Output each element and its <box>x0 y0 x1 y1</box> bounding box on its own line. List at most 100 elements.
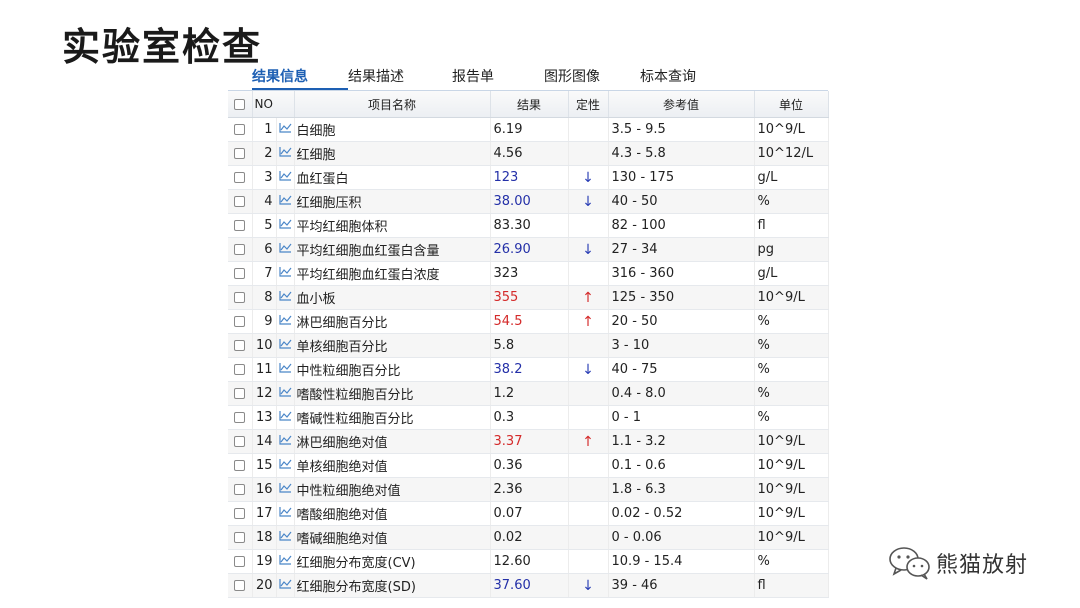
table-row[interactable]: 4 红细胞压积 38.00 ↓ 40 - 50% <box>228 189 829 214</box>
trend-chart-icon[interactable] <box>276 381 295 406</box>
row-select-cell[interactable] <box>228 333 253 358</box>
table-row[interactable]: 15 单核细胞绝对值 0.36 0.1 - 0.6 10^9/L <box>228 453 829 478</box>
tab-result-info[interactable]: 结果信息 <box>252 66 348 90</box>
item-name: 平均红细胞体积 <box>294 213 491 238</box>
trend-chart-icon[interactable] <box>276 189 295 214</box>
table-row[interactable]: 9 淋巴细胞百分比 54.5 ↑ 20 - 50% <box>228 309 829 334</box>
row-checkbox[interactable] <box>234 196 246 207</box>
row-select-cell[interactable] <box>228 285 253 310</box>
row-checkbox[interactable] <box>234 556 246 567</box>
row-checkbox[interactable] <box>234 340 246 351</box>
table-row[interactable]: 10 单核细胞百分比 5.8 3 - 10% <box>228 333 829 358</box>
table-row[interactable]: 11 中性粒细胞百分比 38.2 ↓ 40 - 75% <box>228 357 829 382</box>
row-checkbox[interactable] <box>234 148 246 159</box>
row-select-cell[interactable] <box>228 477 253 502</box>
row-select-cell[interactable] <box>228 117 253 142</box>
trend-chart-icon[interactable] <box>276 477 295 502</box>
trend-chart-icon[interactable] <box>276 165 295 190</box>
trend-chart-icon[interactable] <box>276 285 295 310</box>
trend-chart-icon[interactable] <box>276 141 295 166</box>
row-checkbox[interactable] <box>234 484 246 495</box>
select-all-checkbox[interactable] <box>234 99 246 110</box>
header-no[interactable]: NO <box>252 91 295 118</box>
result-value: 0.3 <box>490 405 569 430</box>
trend-chart-icon[interactable] <box>276 117 295 142</box>
row-select-cell[interactable] <box>228 237 253 262</box>
unit: % <box>754 549 829 574</box>
table-row[interactable]: 14 淋巴细胞绝对值 3.37 ↑ 1.1 - 3.2 10^9/L <box>228 429 829 454</box>
table-row[interactable]: 12 嗜酸性粒细胞百分比 1.2 0.4 - 8.0% <box>228 381 829 406</box>
tab-report[interactable]: 报告单 <box>452 66 544 90</box>
table-row[interactable]: 1 白细胞 6.19 3.5 - 9.5 10^9/L <box>228 117 829 142</box>
header-result[interactable]: 结果 <box>490 91 569 118</box>
table-row[interactable]: 3 血红蛋白 123 ↓ 130 - 175 g/L <box>228 165 829 190</box>
trend-chart-icon[interactable] <box>276 549 295 574</box>
row-checkbox[interactable] <box>234 364 246 375</box>
row-checkbox[interactable] <box>234 268 246 279</box>
header-item-name[interactable]: 项目名称 <box>294 91 491 118</box>
table-row[interactable]: 16 中性粒细胞绝对值 2.36 1.8 - 6.3 10^9/L <box>228 477 829 502</box>
trend-chart-icon[interactable] <box>276 429 295 454</box>
row-checkbox[interactable] <box>234 508 246 519</box>
row-select-cell[interactable] <box>228 141 253 166</box>
select-all-header[interactable] <box>228 91 253 118</box>
row-select-cell[interactable] <box>228 453 253 478</box>
row-select-cell[interactable] <box>228 549 253 574</box>
table-row[interactable]: 5 平均红细胞体积 83.30 82 - 100 fl <box>228 213 829 238</box>
row-select-cell[interactable] <box>228 381 253 406</box>
row-select-cell[interactable] <box>228 429 253 454</box>
trend-chart-icon[interactable] <box>276 213 295 238</box>
row-select-cell[interactable] <box>228 165 253 190</box>
trend-chart-icon[interactable] <box>276 357 295 382</box>
qualitative-flag <box>568 477 609 502</box>
row-checkbox[interactable] <box>234 244 246 255</box>
trend-chart-icon[interactable] <box>276 501 295 526</box>
header-qualitative[interactable]: 定性 <box>568 91 609 118</box>
trend-chart-icon[interactable] <box>276 237 295 262</box>
trend-chart-icon[interactable] <box>276 573 295 598</box>
header-unit[interactable]: 单位 <box>754 91 829 118</box>
trend-chart-icon[interactable] <box>276 525 295 550</box>
row-checkbox[interactable] <box>234 316 246 327</box>
row-checkbox[interactable] <box>234 412 246 423</box>
reference-range: 0.1 - 0.6 <box>608 453 755 478</box>
trend-chart-icon[interactable] <box>276 453 295 478</box>
row-select-cell[interactable] <box>228 573 253 598</box>
row-select-cell[interactable] <box>228 189 253 214</box>
row-checkbox[interactable] <box>234 124 246 135</box>
table-row[interactable]: 13 嗜碱性粒细胞百分比 0.3 0 - 1% <box>228 405 829 430</box>
unit: 10^9/L <box>754 453 829 478</box>
row-checkbox[interactable] <box>234 292 246 303</box>
row-select-cell[interactable] <box>228 309 253 334</box>
tab-result-description[interactable]: 结果描述 <box>348 66 452 90</box>
row-select-cell[interactable] <box>228 213 253 238</box>
table-row[interactable]: 8 血小板 355 ↑ 125 - 350 10^9/L <box>228 285 829 310</box>
table-row[interactable]: 18 嗜碱细胞绝对值 0.02 0 - 0.06 10^9/L <box>228 525 829 550</box>
tab-specimen-query[interactable]: 标本查询 <box>640 66 696 90</box>
trend-chart-icon[interactable] <box>276 333 295 358</box>
table-row[interactable]: 19 红细胞分布宽度(CV) 12.60 10.9 - 15.4% <box>228 549 829 574</box>
row-select-cell[interactable] <box>228 357 253 382</box>
row-select-cell[interactable] <box>228 405 253 430</box>
trend-chart-icon[interactable] <box>276 261 295 286</box>
row-checkbox[interactable] <box>234 172 246 183</box>
table-row[interactable]: 2 红细胞 4.56 4.3 - 5.8 10^12/L <box>228 141 829 166</box>
row-checkbox[interactable] <box>234 436 246 447</box>
trend-chart-icon[interactable] <box>276 309 295 334</box>
table-row[interactable]: 6 平均红细胞血红蛋白含量 26.90 ↓ 27 - 34 pg <box>228 237 829 262</box>
table-row[interactable]: 7 平均红细胞血红蛋白浓度 323 316 - 360 g/L <box>228 261 829 286</box>
tab-graphics[interactable]: 图形图像 <box>544 66 640 90</box>
row-checkbox[interactable] <box>234 388 246 399</box>
row-select-cell[interactable] <box>228 501 253 526</box>
header-reference[interactable]: 参考值 <box>608 91 755 118</box>
result-value: 323 <box>490 261 569 286</box>
row-checkbox[interactable] <box>234 532 246 543</box>
table-row[interactable]: 17 嗜酸细胞绝对值 0.07 0.02 - 0.52 10^9/L <box>228 501 829 526</box>
table-row[interactable]: 20 红细胞分布宽度(SD) 37.60 ↓ 39 - 46 fl <box>228 573 829 598</box>
row-checkbox[interactable] <box>234 460 246 471</box>
row-checkbox[interactable] <box>234 580 246 591</box>
trend-chart-icon[interactable] <box>276 405 295 430</box>
row-checkbox[interactable] <box>234 220 246 231</box>
row-select-cell[interactable] <box>228 261 253 286</box>
row-select-cell[interactable] <box>228 525 253 550</box>
